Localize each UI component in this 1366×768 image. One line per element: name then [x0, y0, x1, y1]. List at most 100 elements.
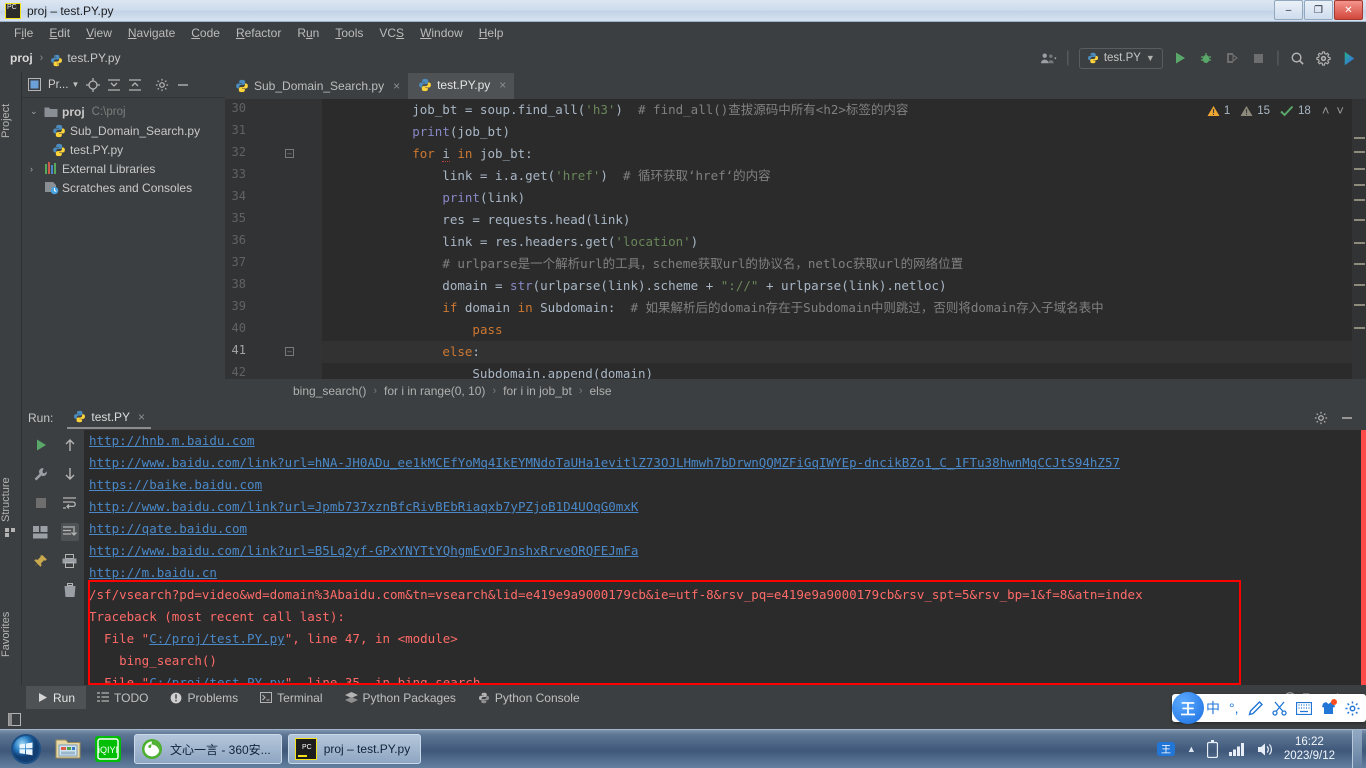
- tree-item-scratches[interactable]: Scratches and Consoles: [22, 178, 225, 197]
- run-console-output[interactable]: http://hnb.m.baidu.com http://www.baidu.…: [84, 430, 1366, 685]
- scissors-icon[interactable]: [1271, 701, 1287, 716]
- taskbar-button-pycharm[interactable]: PC proj – test.PY.py: [287, 734, 422, 764]
- taskbar-button-wenxin[interactable]: 文心一言 - 360安...: [134, 734, 282, 764]
- editor-marker-bar[interactable]: [1352, 99, 1366, 379]
- chevron-down-icon[interactable]: ▼: [71, 80, 79, 89]
- windows-start-orb-icon[interactable]: [4, 732, 48, 766]
- bottom-tab-problems[interactable]: Problems: [159, 686, 249, 709]
- navbar-project[interactable]: proj: [10, 51, 33, 65]
- console-line-url[interactable]: http://m.baidu.cn: [89, 562, 217, 584]
- settings-icon[interactable]: [1314, 411, 1328, 425]
- tab-sub-domain-search[interactable]: Sub_Domain_Search.py ×: [225, 73, 408, 99]
- menu-item-edit[interactable]: Edit: [41, 24, 78, 42]
- console-line-url[interactable]: http://www.baidu.com/link?url=B5Lq2yf-GP…: [89, 540, 638, 562]
- scroll-to-end-icon[interactable]: [60, 523, 79, 541]
- show-desktop-button[interactable]: [1352, 730, 1362, 768]
- tab-test-py[interactable]: test.PY.py ×: [408, 73, 515, 99]
- console-line-url[interactable]: http://www.baidu.com/link?url=Jpmb737xzn…: [89, 496, 638, 518]
- run-configuration-selector[interactable]: test.PY ▼: [1078, 47, 1163, 69]
- hide-icon[interactable]: [176, 78, 190, 92]
- bottom-tab-terminal[interactable]: Terminal: [249, 686, 333, 709]
- settings-wrench-icon[interactable]: [32, 465, 50, 483]
- close-button[interactable]: ✕: [1334, 0, 1363, 20]
- tree-item-test-py[interactable]: test.PY.py: [22, 140, 225, 159]
- menu-item-code[interactable]: Code: [183, 24, 228, 42]
- collapse-all-icon[interactable]: [128, 78, 142, 92]
- bottom-tab-python-console[interactable]: Python Console: [467, 686, 591, 709]
- show-hidden-icon[interactable]: ▲: [1187, 744, 1196, 754]
- run-tab-test-py[interactable]: test.PY ×: [67, 406, 152, 429]
- ime-mode-chinese[interactable]: 中: [1206, 698, 1220, 718]
- battery-icon[interactable]: [1206, 740, 1218, 758]
- debug-icon[interactable]: [1198, 50, 1215, 67]
- ide-assistant-icon[interactable]: [1341, 50, 1358, 67]
- project-panel-label[interactable]: Pr...: [48, 79, 68, 91]
- scroll-down-icon[interactable]: [61, 465, 79, 483]
- navbar-file[interactable]: test.PY.py: [67, 51, 120, 65]
- bottom-tab-todo[interactable]: TODO: [86, 686, 159, 709]
- console-line-url[interactable]: http://hnb.m.baidu.com: [89, 430, 255, 452]
- chevron-right-icon[interactable]: ›: [30, 164, 43, 174]
- maximize-button[interactable]: ❐: [1304, 0, 1333, 20]
- console-line-traceback-file[interactable]: File "C:/proj/test.PY.py", line 47, in <…: [89, 628, 458, 650]
- volume-icon[interactable]: [1257, 742, 1273, 757]
- iqiyi-icon[interactable]: iQIYI: [88, 732, 128, 766]
- chevron-down-icon[interactable]: ⌄: [30, 106, 43, 117]
- menu-item-help[interactable]: Help: [471, 24, 512, 42]
- menu-item-file[interactable]: File: [6, 24, 41, 42]
- layout-icon[interactable]: [32, 523, 50, 541]
- toggle-toolwindows-icon[interactable]: [8, 712, 21, 726]
- breadcrumb-item-3[interactable]: else: [590, 384, 612, 398]
- close-icon[interactable]: ×: [499, 78, 506, 92]
- clear-all-icon[interactable]: [61, 581, 79, 599]
- menu-item-window[interactable]: Window: [412, 24, 471, 42]
- code-editor[interactable]: 30 31 32 33 34 35 36 37 38 39 40 41 42 –…: [225, 99, 1366, 472]
- ime-punctuation-toggle[interactable]: °,: [1229, 700, 1239, 716]
- menu-item-navigate[interactable]: Navigate: [120, 24, 183, 42]
- minimize-button[interactable]: –: [1274, 0, 1303, 20]
- editor-code-area[interactable]: job_bt = soup.find_all('h3') # find_all(…: [322, 99, 1366, 379]
- sidebar-item-project[interactable]: Project: [0, 78, 22, 138]
- settings-icon[interactable]: [1344, 700, 1360, 716]
- locate-icon[interactable]: [86, 77, 101, 92]
- prev-problem-icon[interactable]: ˄: [1322, 103, 1330, 118]
- scroll-up-icon[interactable]: [61, 436, 79, 454]
- close-icon[interactable]: ×: [393, 79, 400, 93]
- skin-icon[interactable]: [1321, 699, 1337, 715]
- tree-item-sub-domain-search[interactable]: Sub_Domain_Search.py: [22, 121, 225, 140]
- hide-icon[interactable]: [1340, 411, 1354, 425]
- settings-icon[interactable]: [1315, 50, 1332, 67]
- bottom-tab-run[interactable]: Run: [26, 686, 87, 709]
- console-line-url[interactable]: https://baike.baidu.com: [89, 474, 262, 496]
- pen-icon[interactable]: [1247, 700, 1263, 716]
- soft-wrap-icon[interactable]: [61, 494, 79, 512]
- breadcrumb-item-1[interactable]: for i in range(0, 10): [384, 384, 485, 398]
- console-line-url[interactable]: http://www.baidu.com/link?url=hNA-JH0ADu…: [89, 452, 1120, 474]
- sidebar-item-structure[interactable]: Structure: [0, 452, 22, 522]
- expand-all-icon[interactable]: [107, 78, 121, 92]
- bottom-tab-python-packages[interactable]: Python Packages: [334, 686, 467, 709]
- print-icon[interactable]: [61, 552, 79, 570]
- fold-marker-icon[interactable]: –: [285, 347, 294, 356]
- editor-gutter[interactable]: 30 31 32 33 34 35 36 37 38 39 40 41 42 –…: [225, 99, 322, 379]
- keyboard-icon[interactable]: [1295, 701, 1312, 715]
- fold-marker-icon[interactable]: –: [285, 149, 294, 158]
- rerun-icon[interactable]: [32, 436, 50, 454]
- explorer-icon[interactable]: [48, 732, 88, 766]
- breadcrumb-item-0[interactable]: bing_search(): [293, 384, 366, 398]
- ime-tray-icon[interactable]: 王: [1156, 739, 1176, 759]
- tree-item-external-libraries[interactable]: › External Libraries: [22, 159, 225, 178]
- next-problem-icon[interactable]: ˅: [1336, 103, 1344, 118]
- menu-item-view[interactable]: View: [78, 24, 120, 42]
- pin-icon[interactable]: [32, 552, 50, 570]
- menu-item-vcs[interactable]: VCS: [371, 24, 412, 42]
- inspection-widget[interactable]: 1 15 18 ˄ ˅: [1207, 103, 1344, 118]
- settings-icon[interactable]: [155, 78, 169, 92]
- menu-item-refactor[interactable]: Refactor: [228, 24, 289, 42]
- sidebar-item-favorites[interactable]: Favorites: [0, 582, 22, 657]
- project-view-icon[interactable]: [28, 78, 41, 91]
- run-icon[interactable]: [1172, 50, 1189, 67]
- menu-item-run[interactable]: Run: [289, 24, 327, 42]
- network-icon[interactable]: [1228, 742, 1246, 756]
- search-everywhere-icon[interactable]: [1289, 50, 1306, 67]
